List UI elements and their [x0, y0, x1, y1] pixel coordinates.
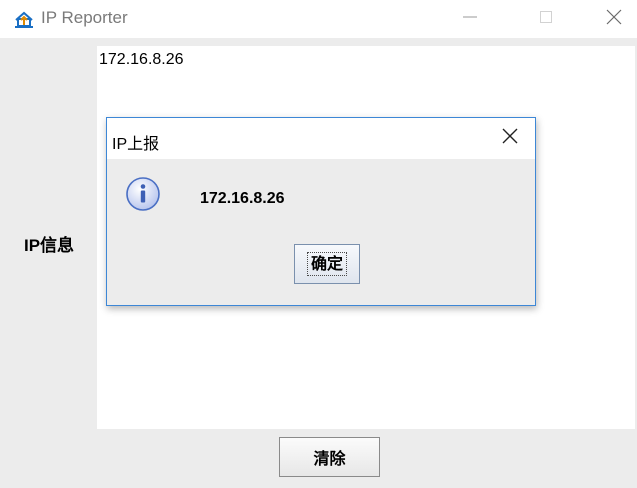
dialog-message: 172.16.8.26	[200, 190, 285, 207]
info-icon	[124, 175, 162, 213]
house-upload-icon	[13, 9, 35, 29]
ok-button[interactable]: 确定	[294, 244, 360, 284]
window-title: IP Reporter	[41, 8, 128, 27]
dialog-close-button[interactable]	[490, 121, 530, 155]
window-titlebar[interactable]: IP Reporter	[0, 0, 637, 38]
ip-report-dialog: IP上报 172.16.8.26 确定	[106, 117, 536, 306]
ok-button-label: 确定	[306, 252, 347, 276]
dialog-titlebar[interactable]: IP上报	[107, 118, 535, 159]
minimize-button[interactable]	[447, 0, 493, 38]
maximize-icon	[538, 9, 554, 29]
close-icon	[501, 127, 519, 149]
dialog-title: IP上报	[112, 136, 160, 153]
ip-info-label: IP信息	[24, 236, 75, 255]
maximize-button[interactable]	[523, 0, 569, 38]
close-button[interactable]	[591, 0, 637, 38]
clear-button[interactable]: 清除	[279, 437, 380, 477]
close-icon	[605, 8, 623, 30]
minimize-icon	[462, 9, 478, 29]
